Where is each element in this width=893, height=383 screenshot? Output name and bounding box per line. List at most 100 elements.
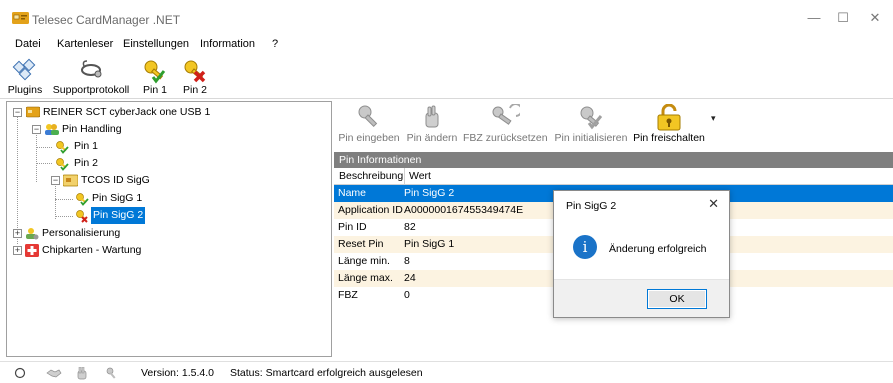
key-icon <box>106 367 116 379</box>
handshake-icon <box>46 369 62 378</box>
collapse-icon[interactable]: − <box>32 125 41 134</box>
tree-item-chipkarten[interactable]: + Chipkarten - Wartung <box>7 242 327 259</box>
tree-label-personalisierung: Personalisierung <box>42 227 121 239</box>
title-bar: Telesec CardManager .NET — ☐ ✕ <box>0 0 893 34</box>
tree-label-pin-sigg1: Pin SigG 1 <box>92 192 143 204</box>
supportprotokoll-button[interactable]: Supportprotokoll <box>48 56 134 98</box>
collapse-icon[interactable]: − <box>13 108 22 117</box>
pin-eingeben-button[interactable]: Pin eingeben <box>338 101 400 147</box>
freischalten-dropdown-icon[interactable]: ▾ <box>711 113 716 124</box>
status-text: Status: Smartcard erfolgreich ausgelesen <box>230 367 423 379</box>
menu-kartenleser[interactable]: Kartenleser <box>57 38 113 50</box>
dialog-title: Pin SigG 2 <box>566 200 617 212</box>
tree-label-chipkarten: Chipkarten - Wartung <box>42 244 142 256</box>
menu-help[interactable]: ? <box>272 38 278 50</box>
plugins-icon <box>12 58 36 81</box>
row-key: Name <box>338 187 367 199</box>
supportprotokoll-label: Supportprotokoll <box>52 84 130 96</box>
ok-button[interactable]: OK <box>647 289 707 309</box>
users-icon <box>45 124 59 135</box>
menu-information[interactable]: Information <box>200 38 255 50</box>
message-dialog: Pin SigG 2 ✕ i Änderung erfolgreich OK <box>553 190 730 318</box>
tree-item-pin-sigg2[interactable]: Pin SigG 2 <box>7 207 327 224</box>
window-title: Telesec CardManager .NET <box>32 13 181 27</box>
card-folder-icon <box>63 174 78 187</box>
grid-column-header: Beschreibung Wert <box>334 168 893 185</box>
user-gear-icon <box>26 228 39 240</box>
row-key: FBZ <box>338 289 358 301</box>
tree-label-pin-sigg2: Pin SigG 2 <box>91 207 146 224</box>
tree-label-pin-handling: Pin Handling <box>62 123 122 135</box>
fbz-zuruecksetzen-label: FBZ zurücksetzen <box>463 132 548 144</box>
tree-item-tcos[interactable]: − TCOS ID SigG <box>7 172 327 189</box>
pin-initialisieren-button[interactable]: Pin initialisieren <box>551 101 631 147</box>
row-key: Reset Pin <box>338 238 384 250</box>
menu-bar: Datei Kartenleser Einstellungen Informat… <box>0 34 893 56</box>
row-value: A000000167455349474E <box>404 204 524 216</box>
stethoscope-icon <box>81 60 102 78</box>
first-aid-icon <box>25 244 39 257</box>
row-value: 8 <box>404 255 410 267</box>
col-wert[interactable]: Wert <box>404 168 431 185</box>
row-key: Application ID <box>338 204 403 216</box>
tree-label-pin2: Pin 2 <box>74 157 98 169</box>
pin2-toolbar-button[interactable]: Pin 2 <box>176 56 214 98</box>
maximize-button[interactable]: ☐ <box>832 8 854 28</box>
col-beschreibung[interactable]: Beschreibung <box>339 168 403 185</box>
row-value: 0 <box>404 289 410 301</box>
key-check-icon <box>56 141 69 154</box>
key-enter-icon <box>358 105 378 128</box>
plugins-button[interactable]: Plugins <box>4 56 46 98</box>
key-check-icon <box>76 193 89 206</box>
pin-freischalten-label: Pin freischalten <box>633 132 705 144</box>
tree-label-tcos: TCOS ID SigG <box>81 174 150 186</box>
expand-icon[interactable]: + <box>13 229 22 238</box>
pin-eingeben-label: Pin eingeben <box>338 132 400 144</box>
row-value: 82 <box>404 221 416 233</box>
status-bar: Version: 1.5.4.0 Status: Smartcard erfol… <box>0 361 893 383</box>
row-key: Länge max. <box>338 272 393 284</box>
pin1-label: Pin 1 <box>143 84 167 96</box>
key-check-gray-icon <box>580 106 603 130</box>
card-tree[interactable]: − REINER SCT cyberJack one USB 1 − Pin H… <box>6 101 332 357</box>
pin1-toolbar-button[interactable]: Pin 1 <box>136 56 174 98</box>
tree-label-reader: REINER SCT cyberJack one USB 1 <box>43 106 211 118</box>
pin-aendern-button[interactable]: Pin ändern <box>403 101 461 147</box>
menu-datei[interactable]: Datei <box>15 38 41 50</box>
tree-item-pin1[interactable]: Pin 1 <box>7 138 327 155</box>
status-circle-icon <box>14 367 26 379</box>
row-value: 24 <box>404 272 416 284</box>
key-cross-icon <box>184 60 206 83</box>
tree-item-reader[interactable]: − REINER SCT cyberJack one USB 1 <box>7 104 327 121</box>
unlock-icon <box>657 104 681 131</box>
pin-aendern-label: Pin ändern <box>406 132 458 144</box>
tree-item-pin-handling[interactable]: − Pin Handling <box>7 121 327 138</box>
key-check-icon <box>144 60 166 84</box>
pin-initialisieren-label: Pin initialisieren <box>554 132 628 144</box>
pin-info-header: Pin Informationen <box>334 152 893 168</box>
minimize-button[interactable]: — <box>803 8 825 28</box>
tree-label-pin1: Pin 1 <box>74 140 98 152</box>
hand-icon <box>77 367 87 380</box>
expand-icon[interactable]: + <box>13 246 22 255</box>
dialog-footer: OK <box>554 279 729 317</box>
main-toolbar: Plugins Supportprotokoll Pin 1 Pin 2 <box>0 56 893 99</box>
key-check-icon <box>56 158 69 171</box>
fbz-zuruecksetzen-button[interactable]: FBZ zurücksetzen <box>463 101 548 147</box>
close-button[interactable]: ✕ <box>864 8 886 28</box>
plugins-label: Plugins <box>7 84 43 96</box>
dialog-message: Änderung erfolgreich <box>609 243 707 255</box>
key-reset-icon <box>492 104 520 125</box>
tree-item-personalisierung[interactable]: + Personalisierung <box>7 225 327 242</box>
menu-einstellungen[interactable]: Einstellungen <box>123 38 189 50</box>
tree-item-pin2[interactable]: Pin 2 <box>7 155 327 172</box>
collapse-icon[interactable]: − <box>51 176 60 185</box>
row-value: Pin SigG 1 <box>404 238 455 250</box>
info-icon: i <box>573 235 597 259</box>
pin2-label: Pin 2 <box>183 84 207 96</box>
row-value: Pin SigG 2 <box>404 187 455 199</box>
tree-item-pin-sigg1[interactable]: Pin SigG 1 <box>7 190 327 207</box>
pin-freischalten-button[interactable]: Pin freischalten <box>633 101 705 147</box>
row-key: Pin ID <box>338 221 367 233</box>
dialog-close-button[interactable]: ✕ <box>708 196 719 212</box>
